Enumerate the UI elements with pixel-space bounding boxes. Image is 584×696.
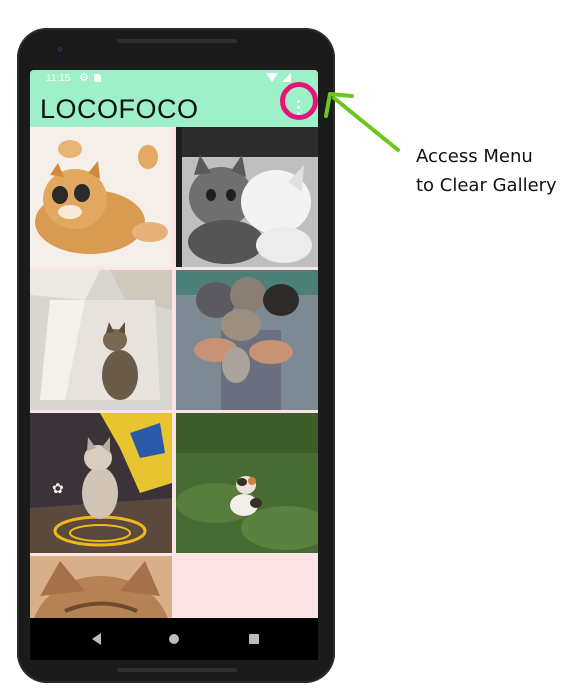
recents-icon[interactable] (249, 634, 259, 644)
kittens-photo (176, 127, 318, 267)
held-kittens-photo (176, 270, 318, 410)
status-time: 11:15 (46, 73, 71, 84)
gallery-image-cat-in-box[interactable] (30, 270, 172, 410)
menu-highlight-ring (280, 82, 318, 120)
box-cat-photo (30, 270, 172, 410)
gallery-image-kitten-on-grass[interactable] (176, 413, 318, 553)
front-camera (55, 44, 65, 54)
annotation-line-1: Access Menu (416, 146, 533, 167)
phone-screen: 11:15 ⚙ LOCOFOCO ✿ (30, 70, 318, 660)
svg-text:✿: ✿ (52, 481, 64, 497)
phone-frame: 11:15 ⚙ LOCOFOCO ✿ (17, 28, 335, 683)
system-nav-bar (30, 618, 318, 660)
status-bar: 11:15 ⚙ (30, 70, 318, 86)
annotation-caption: Access Menu to Clear Gallery (416, 142, 557, 200)
app-bar: 11:15 ⚙ LOCOFOCO (30, 70, 318, 127)
wifi-icon (266, 73, 278, 82)
gallery-image-bw-kittens[interactable] (176, 127, 318, 267)
gallery-image-held-kittens[interactable] (176, 270, 318, 410)
signal-icon (282, 73, 291, 82)
gallery-grid: ✿ (30, 127, 318, 660)
speaker-grille (117, 39, 237, 43)
grass-kitten-photo (176, 413, 318, 553)
back-icon[interactable] (92, 633, 101, 645)
settings-status-icon: ⚙ (79, 72, 89, 84)
bottom-speaker (117, 668, 237, 672)
sd-card-icon (94, 74, 101, 82)
gallery-image-orange-kitten[interactable] (30, 127, 172, 267)
annotation-line-2: to Clear Gallery (416, 175, 557, 196)
blanket-cat-photo: ✿ (30, 413, 172, 553)
app-title: LOCOFOCO (40, 94, 199, 124)
home-icon[interactable] (169, 634, 179, 644)
kitten-photo (30, 127, 172, 267)
annotation-arrow-icon (324, 92, 400, 152)
gallery-image-cat-on-blanket[interactable]: ✿ (30, 413, 172, 553)
